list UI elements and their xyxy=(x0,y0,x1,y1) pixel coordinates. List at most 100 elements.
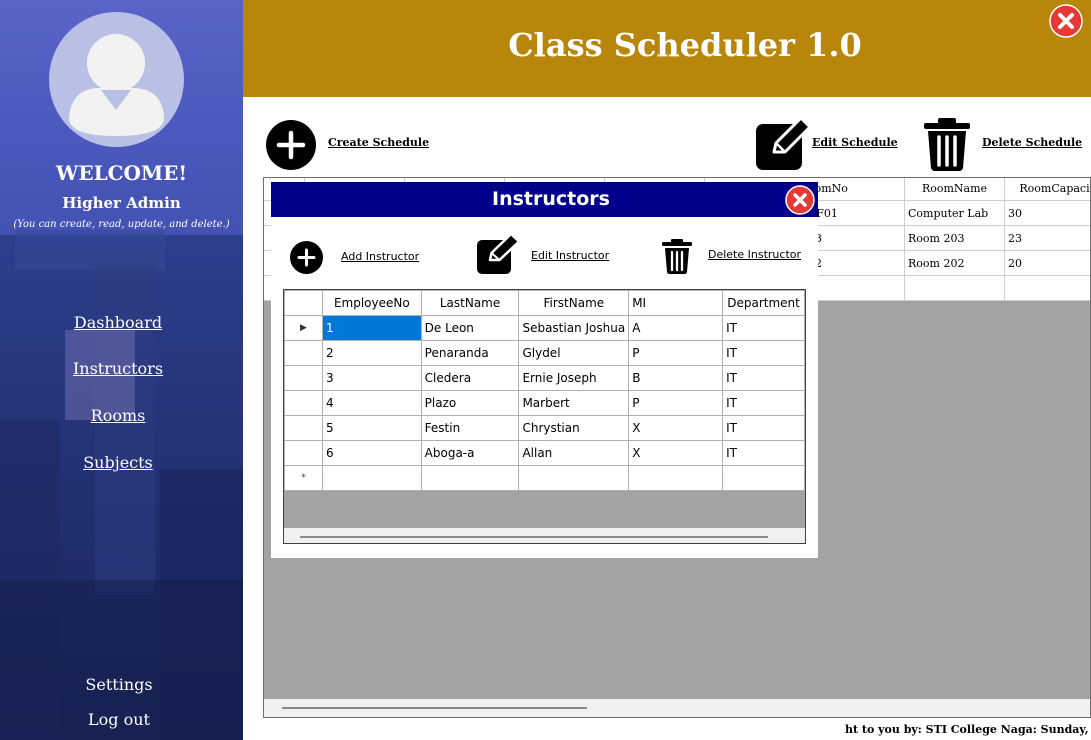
cell-firstname[interactable]: Ernie Joseph xyxy=(518,365,630,391)
cell-employeeno[interactable]: 3 xyxy=(322,365,422,391)
table-header-row: EmployeeNo LastName FirstName MI Departm… xyxy=(284,290,805,316)
scrollbar-thumb[interactable] xyxy=(300,536,768,538)
sidebar: WELCOME! Higher Admin (You can create, r… xyxy=(0,0,243,740)
edit-icon[interactable] xyxy=(754,116,812,172)
edit-instructor-button[interactable]: Edit Instructor xyxy=(531,249,609,262)
cell-firstname[interactable]: Sebastian Joshua xyxy=(518,315,630,341)
cell-roomno[interactable] xyxy=(805,276,905,301)
cell-lastname[interactable]: Plazo xyxy=(420,390,520,416)
cell-roomcapacity[interactable]: 23 xyxy=(1005,226,1090,251)
cell-employeeno[interactable]: 4 xyxy=(322,390,422,416)
cell-department[interactable]: IT xyxy=(722,315,805,341)
cell-roomname[interactable]: Computer Lab xyxy=(905,201,1005,226)
plus-circle-icon[interactable] xyxy=(266,120,316,170)
cell-firstname[interactable]: Allan xyxy=(518,440,630,466)
cell-roomcapacity[interactable]: 30 xyxy=(1005,201,1090,226)
instructors-grid[interactable]: EmployeeNo LastName FirstName MI Departm… xyxy=(283,289,806,544)
horizontal-scrollbar[interactable] xyxy=(284,528,805,543)
nav-dashboard[interactable]: Dashboard xyxy=(0,313,236,332)
table-row[interactable]: 5 Festin Chrystian X IT xyxy=(284,415,805,441)
row-header[interactable] xyxy=(284,365,323,391)
header-bar: Class Scheduler 1.0 xyxy=(243,0,1091,97)
table-row[interactable]: 6 Aboga-a Allan X IT xyxy=(284,440,805,466)
instructors-table: EmployeeNo LastName FirstName MI Departm… xyxy=(284,290,805,491)
cell-lastname[interactable]: Penaranda xyxy=(420,340,520,366)
cell-mi[interactable]: P xyxy=(628,390,724,416)
cell-employeeno[interactable]: 5 xyxy=(322,415,422,441)
cell-employeeno[interactable]: 1 xyxy=(322,315,422,341)
cell-firstname[interactable]: Glydel xyxy=(518,340,630,366)
column-header-firstname[interactable]: FirstName xyxy=(518,290,630,316)
trash-icon[interactable] xyxy=(661,238,693,275)
column-header-roomcapacity[interactable]: RoomCapaci xyxy=(1005,178,1090,201)
dialog-title: Instructors xyxy=(492,188,610,210)
cell-employeeno[interactable]: 2 xyxy=(322,340,422,366)
corner-header[interactable] xyxy=(284,290,323,316)
logout-button[interactable]: Log out xyxy=(0,710,238,729)
table-row[interactable]: ▶ 1 De Leon Sebastian Joshua A IT xyxy=(284,315,805,341)
new-cell[interactable] xyxy=(518,465,630,491)
cell-lastname[interactable]: De Leon xyxy=(420,315,520,341)
cell-mi[interactable]: A xyxy=(628,315,724,341)
cell-department[interactable]: IT xyxy=(722,440,805,466)
cell-lastname[interactable]: Aboga-a xyxy=(420,440,520,466)
cell-department[interactable]: IT xyxy=(722,340,805,366)
cell-department[interactable]: IT xyxy=(722,390,805,416)
nav-instructors[interactable]: Instructors xyxy=(0,359,236,378)
table-row[interactable]: 4 Plazo Marbert P IT xyxy=(284,390,805,416)
new-cell[interactable] xyxy=(722,465,805,491)
cell-roomcapacity[interactable]: 20 xyxy=(1005,251,1090,276)
cell-roomname[interactable] xyxy=(905,276,1005,301)
table-row[interactable]: 2 Penaranda Glydel P IT xyxy=(284,340,805,366)
trash-icon[interactable] xyxy=(922,116,972,172)
delete-instructor-button[interactable]: Delete Instructor xyxy=(708,248,801,261)
edit-schedule-button[interactable]: Edit Schedule xyxy=(812,136,898,149)
cell-mi[interactable]: X xyxy=(628,415,724,441)
cell-mi[interactable]: P xyxy=(628,340,724,366)
cell-employeeno[interactable]: 6 xyxy=(322,440,422,466)
cell-department[interactable]: IT xyxy=(722,365,805,391)
cell-firstname[interactable]: Chrystian xyxy=(518,415,630,441)
cell-roomno[interactable]: 03 xyxy=(805,226,905,251)
cell-lastname[interactable]: Festin xyxy=(420,415,520,441)
cell-roomno[interactable]: 02 xyxy=(805,251,905,276)
cell-firstname[interactable]: Marbert xyxy=(518,390,630,416)
cell-department[interactable]: IT xyxy=(722,415,805,441)
scrollbar-thumb[interactable] xyxy=(282,707,587,709)
current-row-indicator[interactable]: ▶ xyxy=(284,315,323,341)
cell-roomname[interactable]: Room 203 xyxy=(905,226,1005,251)
cell-mi[interactable]: B xyxy=(628,365,724,391)
column-header-department[interactable]: Department xyxy=(722,290,805,316)
nav-subjects[interactable]: Subjects xyxy=(0,453,236,472)
cell-mi[interactable]: X xyxy=(628,440,724,466)
column-header-mi[interactable]: MI xyxy=(628,290,724,316)
create-schedule-button[interactable]: Create Schedule xyxy=(328,136,429,149)
close-icon[interactable] xyxy=(785,185,815,215)
nav-rooms[interactable]: Rooms xyxy=(0,406,236,425)
new-cell[interactable] xyxy=(628,465,724,491)
plus-circle-icon[interactable] xyxy=(290,241,323,274)
row-header[interactable] xyxy=(284,415,323,441)
row-header[interactable] xyxy=(284,390,323,416)
new-cell[interactable] xyxy=(420,465,520,491)
background-building xyxy=(15,230,165,270)
add-instructor-button[interactable]: Add Instructor xyxy=(341,250,419,263)
close-icon[interactable] xyxy=(1049,4,1083,38)
edit-icon[interactable] xyxy=(475,233,521,275)
column-header-employeeno[interactable]: EmployeeNo xyxy=(322,290,422,316)
row-header[interactable] xyxy=(284,440,323,466)
horizontal-scrollbar[interactable] xyxy=(264,699,1090,717)
welcome-heading: WELCOME! xyxy=(55,161,188,185)
column-header-lastname[interactable]: LastName xyxy=(420,290,520,316)
cell-roomcapacity[interactable] xyxy=(1005,276,1090,301)
cell-lastname[interactable]: Cledera xyxy=(420,365,520,391)
row-header[interactable] xyxy=(284,340,323,366)
cell-roomname[interactable]: Room 202 xyxy=(905,251,1005,276)
new-row-indicator[interactable]: * xyxy=(284,465,323,491)
delete-schedule-button[interactable]: Delete Schedule xyxy=(982,136,1082,149)
new-cell[interactable] xyxy=(322,465,422,491)
column-header-roomname[interactable]: RoomName xyxy=(905,178,1005,201)
new-row[interactable]: * xyxy=(284,465,805,491)
settings-button[interactable]: Settings xyxy=(0,675,238,694)
table-row[interactable]: 3 Cledera Ernie Joseph B IT xyxy=(284,365,805,391)
